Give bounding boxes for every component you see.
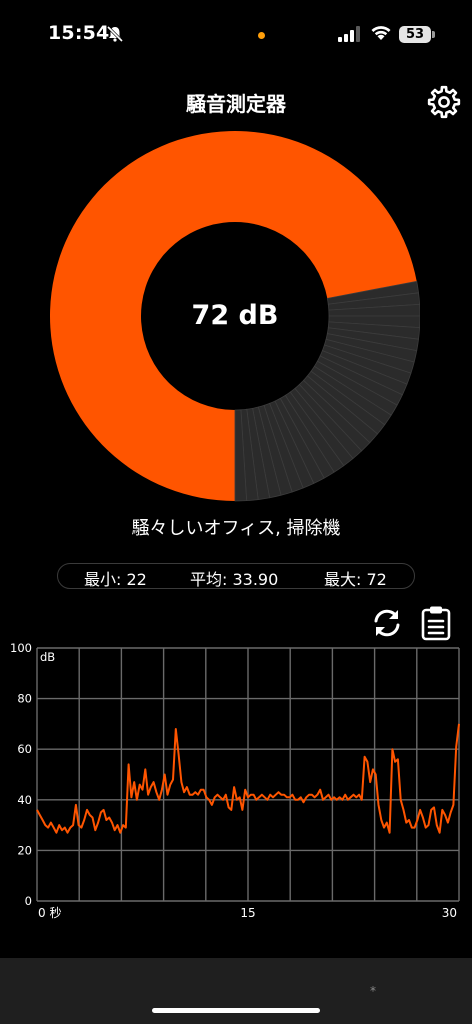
- settings-button[interactable]: [426, 84, 462, 120]
- gear-icon: [427, 85, 461, 119]
- page-title: 騒音測定器: [186, 92, 286, 116]
- stat-min: 最小: 22: [84, 570, 147, 589]
- clipboard-icon: [421, 606, 451, 641]
- clipboard-button[interactable]: [420, 605, 452, 641]
- cellular-signal-icon: [338, 26, 360, 42]
- y-tick-label: 60: [17, 742, 32, 756]
- bell-slash-icon: [106, 25, 124, 43]
- wifi-icon: [371, 26, 391, 40]
- home-indicator[interactable]: [152, 1008, 320, 1013]
- y-tick-label: 20: [17, 843, 32, 857]
- refresh-button[interactable]: [370, 606, 404, 640]
- y-tick-label: 80: [17, 692, 32, 706]
- battery-tip: [432, 31, 435, 38]
- x-tick-label: 0 秒: [38, 906, 61, 920]
- asterisk-mark: *: [370, 984, 376, 998]
- x-tick-label: 30: [442, 906, 457, 920]
- refresh-icon: [374, 609, 400, 637]
- chart-unit-label: dB: [40, 650, 55, 664]
- y-tick-label: 40: [17, 793, 32, 807]
- y-tick-label: 100: [10, 641, 32, 655]
- y-tick-label: 0: [25, 894, 32, 908]
- decibel-value: 72 dB: [191, 300, 279, 331]
- x-tick-label: 15: [240, 906, 255, 920]
- status-time: 15:54: [48, 22, 110, 44]
- stat-max: 最大: 72: [324, 570, 387, 589]
- battery-indicator: 53: [399, 26, 431, 43]
- decibel-history-chart: 0 20 40 60 80 100 dB 0 秒 15 30: [10, 641, 460, 920]
- stat-average: 平均: 33.90: [190, 570, 279, 589]
- bottom-bar: [0, 958, 472, 1024]
- noise-level-description: 騒々しいオフィス, 掃除機: [131, 518, 341, 539]
- recording-indicator-dot: [258, 32, 265, 39]
